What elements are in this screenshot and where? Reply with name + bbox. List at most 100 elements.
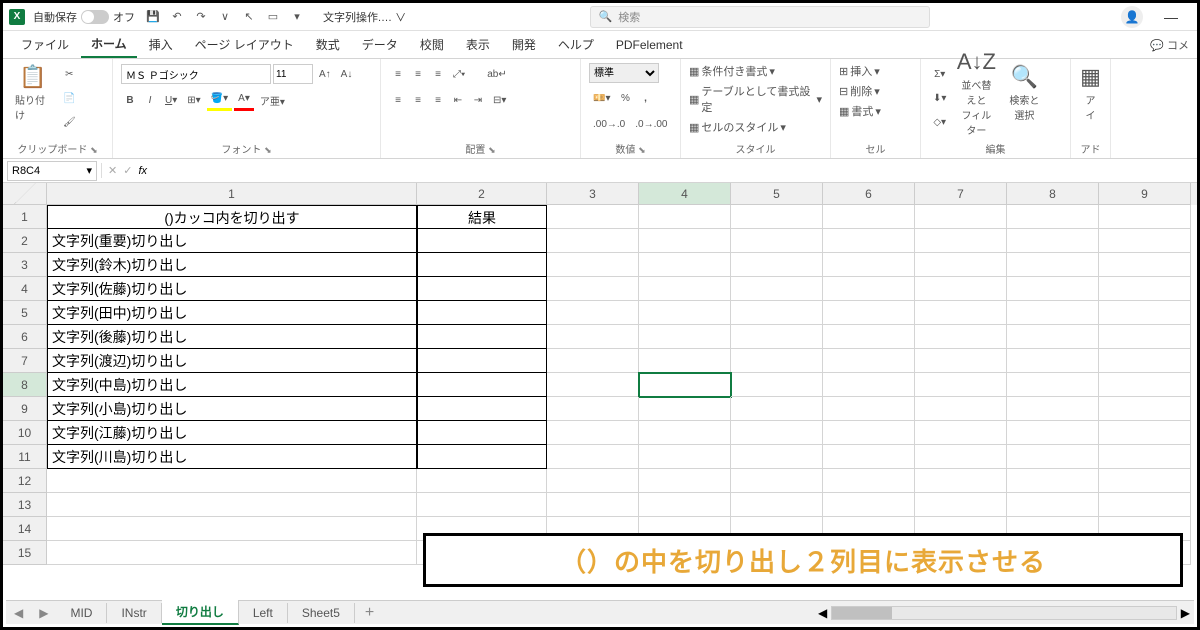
increase-font-button[interactable]: A↑ xyxy=(315,63,335,85)
font-size-select[interactable] xyxy=(273,64,313,84)
row-header[interactable]: 3 xyxy=(3,253,47,277)
cell[interactable] xyxy=(1099,229,1191,253)
cell[interactable] xyxy=(639,421,731,445)
horizontal-scrollbar[interactable]: ◀ ▶ xyxy=(814,606,1194,620)
tab-pagelayout[interactable]: ページ レイアウト xyxy=(185,32,304,57)
conditional-format-button[interactable]: ▦ 条件付き書式 ▾ xyxy=(689,63,775,79)
cell[interactable] xyxy=(547,421,639,445)
copy-button[interactable]: 📄 xyxy=(59,87,80,109)
cell[interactable] xyxy=(1099,205,1191,229)
cell[interactable] xyxy=(1099,493,1191,517)
column-header[interactable]: 6 xyxy=(823,183,915,205)
decrease-indent-button[interactable]: ⇤ xyxy=(449,89,467,111)
cell[interactable]: 文字列(川島)切り出し xyxy=(47,445,417,469)
column-header[interactable]: 5 xyxy=(731,183,823,205)
tab-file[interactable]: ファイル xyxy=(11,32,79,57)
tab-formulas[interactable]: 数式 xyxy=(306,32,350,57)
chevron-down-icon[interactable]: ▾ xyxy=(86,164,92,177)
row-header[interactable]: 12 xyxy=(3,469,47,493)
cell[interactable] xyxy=(731,373,823,397)
sheet-tab-kiridashi[interactable]: 切り出し xyxy=(162,600,239,625)
column-header[interactable]: 7 xyxy=(915,183,1007,205)
format-cells-button[interactable]: ▦ 書式 ▾ xyxy=(839,103,881,119)
tab-insert[interactable]: 挿入 xyxy=(139,32,183,57)
cell[interactable] xyxy=(639,229,731,253)
cell[interactable] xyxy=(417,397,547,421)
column-header[interactable]: 8 xyxy=(1007,183,1099,205)
row-header[interactable]: 8 xyxy=(3,373,47,397)
decrease-font-button[interactable]: A↓ xyxy=(337,63,357,85)
cell[interactable] xyxy=(1007,277,1099,301)
cell[interactable] xyxy=(639,373,731,397)
cell[interactable] xyxy=(547,469,639,493)
qat-more-icon[interactable]: ▾ xyxy=(289,9,305,25)
cell[interactable] xyxy=(639,325,731,349)
cell[interactable] xyxy=(639,349,731,373)
bold-button[interactable]: B xyxy=(121,89,139,111)
scroll-left-icon[interactable]: ◀ xyxy=(814,606,831,620)
cell[interactable] xyxy=(417,229,547,253)
cell[interactable]: 文字列(重要)切り出し xyxy=(47,229,417,253)
cell[interactable] xyxy=(639,253,731,277)
format-painter-button[interactable]: 🖌 xyxy=(59,111,80,133)
cell[interactable] xyxy=(915,253,1007,277)
align-top-button[interactable]: ≡ xyxy=(389,63,407,85)
tab-review[interactable]: 校閲 xyxy=(410,32,454,57)
cell[interactable] xyxy=(915,205,1007,229)
search-input[interactable]: 🔍 検索 xyxy=(590,6,930,28)
cell[interactable] xyxy=(547,493,639,517)
cell[interactable] xyxy=(731,445,823,469)
cell[interactable] xyxy=(731,421,823,445)
cell[interactable] xyxy=(731,229,823,253)
sheet-nav-prev[interactable]: ◀ xyxy=(6,606,31,620)
cell[interactable] xyxy=(823,493,915,517)
cell[interactable] xyxy=(915,229,1007,253)
cell[interactable] xyxy=(1099,253,1191,277)
cell[interactable] xyxy=(417,349,547,373)
scrollbar-thumb[interactable] xyxy=(832,607,892,619)
cell[interactable] xyxy=(823,301,915,325)
wrap-text-button[interactable]: ab↵ xyxy=(483,63,511,85)
cell[interactable] xyxy=(1007,205,1099,229)
cell[interactable]: 文字列(鈴木)切り出し xyxy=(47,253,417,277)
cut-button[interactable]: ✂ xyxy=(59,63,80,85)
cell[interactable] xyxy=(639,493,731,517)
cell[interactable] xyxy=(731,493,823,517)
increase-indent-button[interactable]: ⇥ xyxy=(469,89,487,111)
percent-button[interactable]: % xyxy=(616,87,634,109)
cell[interactable] xyxy=(1099,397,1191,421)
sheet-tab-mid[interactable]: MID xyxy=(56,603,107,623)
cell[interactable]: 文字列(小島)切り出し xyxy=(47,397,417,421)
cell[interactable] xyxy=(1007,301,1099,325)
user-avatar[interactable]: 👤 xyxy=(1121,6,1143,28)
cell[interactable] xyxy=(823,205,915,229)
undo-icon[interactable]: ↶ xyxy=(169,9,185,25)
cell[interactable] xyxy=(47,469,417,493)
cell[interactable] xyxy=(47,493,417,517)
formula-input[interactable] xyxy=(153,163,1191,178)
cell[interactable] xyxy=(639,301,731,325)
sort-filter-button[interactable]: A↓Z並べ替えと フィルター xyxy=(954,63,998,123)
sheet-tab-sheet5[interactable]: Sheet5 xyxy=(288,603,355,623)
cell[interactable] xyxy=(823,277,915,301)
insert-cells-button[interactable]: ⊞ 挿入 ▾ xyxy=(839,63,880,79)
cell[interactable] xyxy=(547,253,639,277)
cell[interactable] xyxy=(417,373,547,397)
cancel-formula-icon[interactable]: ✕ xyxy=(108,164,117,177)
cell[interactable] xyxy=(823,349,915,373)
clear-button[interactable]: ◇▾ xyxy=(929,111,950,133)
cell[interactable] xyxy=(823,397,915,421)
cell[interactable] xyxy=(731,205,823,229)
cell[interactable]: 文字列(田中)切り出し xyxy=(47,301,417,325)
select-all-corner[interactable] xyxy=(3,183,47,205)
tab-pdfelement[interactable]: PDFelement xyxy=(606,34,693,56)
cell[interactable] xyxy=(915,397,1007,421)
cell[interactable] xyxy=(1099,301,1191,325)
tab-help[interactable]: ヘルプ xyxy=(548,32,604,57)
cell[interactable] xyxy=(1007,421,1099,445)
cell[interactable]: 文字列(佐藤)切り出し xyxy=(47,277,417,301)
cell[interactable]: 文字列(中島)切り出し xyxy=(47,373,417,397)
cell[interactable] xyxy=(1099,373,1191,397)
tab-developer[interactable]: 開発 xyxy=(502,32,546,57)
comma-button[interactable]: , xyxy=(636,87,654,109)
